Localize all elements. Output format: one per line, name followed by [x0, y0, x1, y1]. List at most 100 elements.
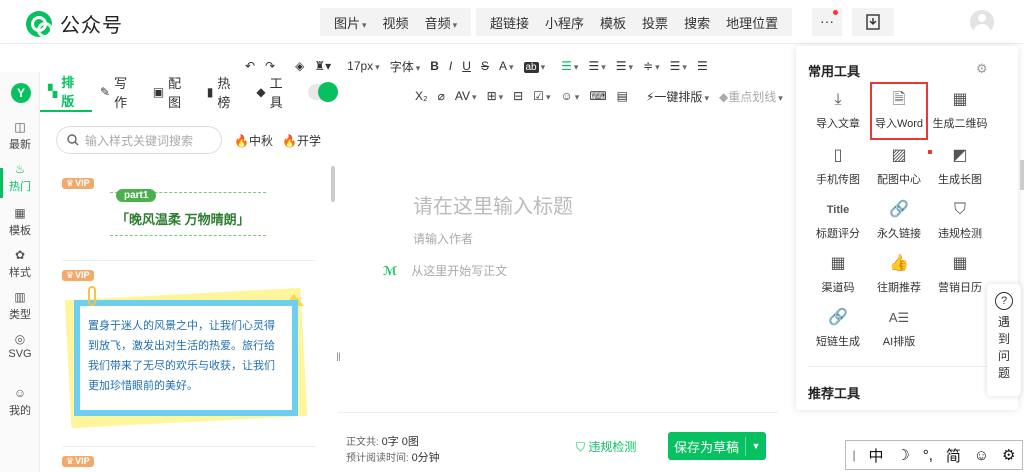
font-size-select[interactable]: 17px [342, 59, 385, 73]
tool-ai-layout[interactable]: A☰ AI排版 [870, 306, 928, 349]
tool-generate-qrcode[interactable]: ▦ 生成二维码 [931, 88, 989, 131]
more-format-icon[interactable]: ☰ [692, 59, 713, 73]
nav-item-svg[interactable]: ◎ SVG [0, 332, 40, 360]
bold-button[interactable]: B [425, 59, 444, 73]
tab-write[interactable]: ✎ 写作 [92, 72, 145, 112]
list-icon[interactable]: ☰ [665, 59, 692, 73]
page-scrollbar[interactable] [1020, 160, 1024, 190]
style-card-title[interactable]: part1 「晚风温柔 万物晴朗」 [110, 189, 266, 236]
fire-icon: 🔥 [282, 134, 297, 148]
emoji-icon[interactable]: ☺ [974, 447, 989, 464]
insert-template-button[interactable]: 模板 [592, 13, 634, 32]
plugin-logo-icon[interactable]: Y [11, 83, 31, 103]
latest-icon: ◫ [14, 120, 26, 134]
align-left-icon[interactable]: ☰ [556, 59, 583, 73]
one-click-layout-button[interactable]: ⚡一键排版 [641, 88, 714, 105]
tool-import-article[interactable]: ⤓ 导入文章 [809, 88, 867, 131]
style-search-input[interactable]: 输入样式关键词搜索 [56, 126, 222, 154]
indent-icon[interactable]: ☰ [611, 59, 638, 73]
nav-item-type[interactable]: ▥ 类型 [0, 290, 40, 322]
check-icon[interactable]: ☑ [528, 89, 555, 103]
hot-tag-school[interactable]: 🔥开学 [282, 132, 321, 149]
qrcode-icon: ▦ [952, 91, 968, 108]
punctuation-icon[interactable]: °, [923, 447, 933, 464]
letter-spacing-icon[interactable]: AV [450, 89, 482, 103]
export-button[interactable] [852, 8, 894, 36]
insert-image-menu[interactable]: 图片 [326, 13, 375, 32]
content-insert-group: 超链接 小程序 模板 投票 搜索 地理位置 [476, 8, 793, 36]
tool-short-link[interactable]: 🔗 短链生成 [809, 306, 867, 349]
border-icon[interactable]: ⊞ [482, 89, 509, 103]
body-input[interactable]: ℳ 从这里开始写正文 [383, 262, 507, 279]
nav-item-latest[interactable]: ◫ 最新 [0, 120, 40, 152]
redo-icon[interactable]: ↷ [260, 59, 280, 73]
ime-chinese-mode[interactable]: 中 [868, 445, 883, 466]
tool-long-image[interactable]: ◩ 生成长图 [931, 144, 989, 187]
insert-video-button[interactable]: 视频 [375, 13, 417, 32]
moon-icon[interactable]: ☽ [896, 446, 909, 464]
briefcase-icon[interactable]: ▤ [612, 89, 633, 103]
tool-marketing-calendar[interactable]: ▦ 营销日历 [931, 252, 989, 295]
font-color-button[interactable]: A [494, 59, 519, 73]
subscript-button[interactable]: X₂ [410, 89, 433, 103]
wechat-logo-icon [26, 10, 53, 38]
violation-check-button[interactable]: ⛉ 违规检测 [576, 438, 636, 455]
insert-hyperlink-button[interactable]: 超链接 [482, 13, 537, 32]
nav-item-style[interactable]: ✿ 样式 [0, 248, 40, 280]
style-list-scrollbar[interactable] [331, 166, 335, 202]
tool-import-word[interactable]: 🗎 导入Word [870, 82, 928, 140]
panel-divider [808, 366, 1006, 367]
tool-picture-center[interactable]: ▨ 配图中心 [870, 144, 932, 187]
tool-violation-check[interactable]: ⛉ 违规检测 [931, 198, 989, 241]
insert-miniprogram-button[interactable]: 小程序 [537, 13, 592, 32]
tool-channel-code[interactable]: ▦ 渠道码 [809, 252, 867, 295]
ime-simplified-mode[interactable]: 简 [946, 445, 961, 466]
line-height-icon[interactable]: ≑ [638, 59, 665, 73]
top-bar: 公众号 图片 视频 音频 超链接 小程序 模板 投票 搜索 地理位置 ··· [0, 0, 1024, 44]
html-icon[interactable]: ⌨ [584, 89, 611, 103]
author-input[interactable]: 请输入作者 [413, 230, 473, 247]
tab-layout[interactable]: ▚ 排版 [40, 72, 93, 112]
emoji-icon[interactable]: ☺ [556, 89, 585, 103]
bg-color-button[interactable]: ab [519, 59, 551, 73]
tab-image[interactable]: ▣ 配图 [145, 72, 199, 112]
nav-item-mine[interactable]: ☺ 我的 [0, 386, 40, 418]
style-card-paragraph[interactable]: 置身于迷人的风景之中，让我们心灵得到放飞，激发出对生活的热爱。旅行给我们带来了无… [74, 300, 298, 416]
insert-vote-button[interactable]: 投票 [634, 13, 676, 32]
nav-item-hot[interactable]: ♨ 热门 [0, 162, 40, 194]
font-family-select[interactable]: 字体 [385, 58, 426, 75]
chevron-down-icon[interactable]: ▼ [746, 441, 766, 451]
tool-phone-upload[interactable]: ▯ 手机传图 [809, 144, 867, 187]
nav-item-template[interactable]: ▦ 模板 [0, 206, 40, 238]
more-insert-button[interactable]: ··· [812, 8, 842, 36]
strike-button[interactable]: S [476, 59, 494, 73]
user-avatar[interactable] [970, 10, 994, 34]
format-brush-icon[interactable]: ◈ [290, 59, 309, 73]
tool-past-recommend[interactable]: 👍 往期推荐 [870, 252, 928, 295]
save-draft-button[interactable]: 保存为草稿 ▼ [668, 432, 766, 460]
gear-icon[interactable]: ⚙ [976, 61, 988, 77]
insert-search-button[interactable]: 搜索 [676, 13, 718, 32]
resize-handle[interactable]: ‖ [336, 350, 341, 364]
underline-button[interactable]: U [457, 59, 476, 73]
tool-title-score[interactable]: Title 标题评分 [809, 198, 867, 241]
align-center-icon[interactable]: ☰ [583, 59, 610, 73]
insert-audio-menu[interactable]: 音频 [417, 13, 466, 32]
highlight-icon: ◆ [718, 89, 729, 104]
ime-handle[interactable]: | [852, 448, 855, 462]
clear-icon[interactable]: ⌀ [433, 89, 450, 103]
gear-icon[interactable]: ⚙ [1002, 446, 1015, 464]
highlight-line-button[interactable]: ◆重点划线 [714, 88, 788, 105]
divider-icon[interactable]: ⊟ [508, 89, 528, 103]
recommended-tools-title: 推荐工具 [808, 386, 861, 401]
editor-area: 请在这里输入标题 请输入作者 ℳ 从这里开始写正文 [338, 112, 778, 412]
title-input[interactable]: 请在这里输入标题 [413, 190, 573, 219]
clear-format-icon[interactable]: ♜▾ [309, 59, 336, 73]
hot-tag-mid-autumn[interactable]: 🔥中秋 [234, 132, 273, 149]
help-button[interactable]: ? 遇 到 问 题 [987, 284, 1021, 396]
italic-button[interactable]: I [444, 59, 457, 73]
tool-permanent-link[interactable]: 🔗 永久链接 [870, 198, 928, 241]
insert-location-button[interactable]: 地理位置 [718, 13, 786, 32]
app-logo[interactable]: 公众号 [26, 9, 123, 38]
undo-icon[interactable]: ↶ [240, 59, 260, 73]
